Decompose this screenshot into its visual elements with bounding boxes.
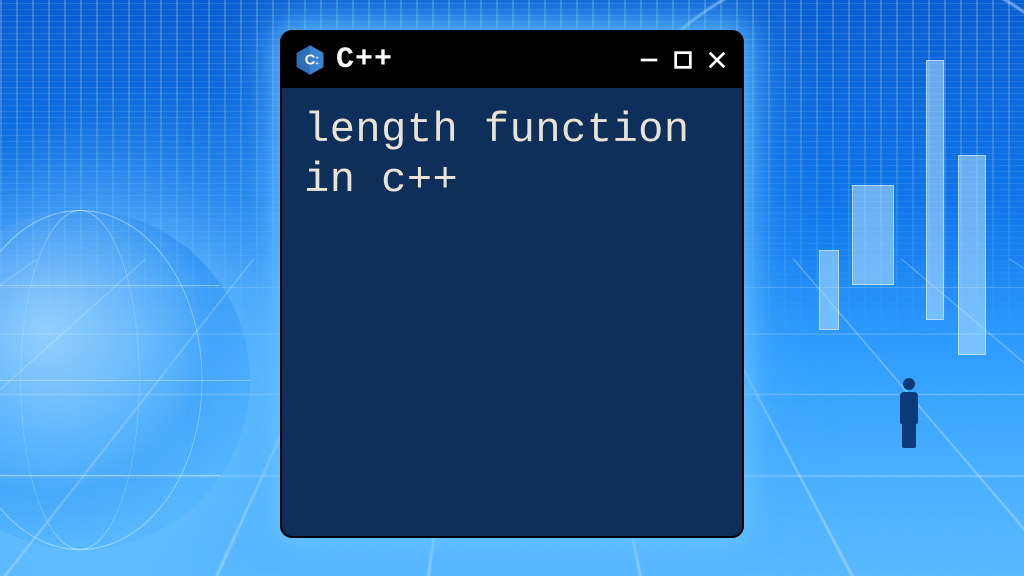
bg-bar — [958, 155, 986, 355]
window-controls — [638, 49, 728, 71]
bg-bar — [852, 185, 894, 285]
minimize-button[interactable] — [638, 49, 660, 71]
terminal-content: length function in c++ — [282, 88, 742, 223]
terminal-window: C + + C++ length function in c++ — [282, 32, 742, 536]
cpp-icon: C + + — [294, 44, 326, 76]
bg-bar — [926, 60, 944, 320]
window-title: C++ — [336, 43, 393, 77]
close-button[interactable] — [706, 49, 728, 71]
titlebar: C + + C++ — [282, 32, 742, 88]
bg-bar — [819, 250, 839, 330]
maximize-button[interactable] — [672, 49, 694, 71]
svg-text:C: C — [305, 52, 316, 68]
person-silhouette — [894, 378, 924, 448]
